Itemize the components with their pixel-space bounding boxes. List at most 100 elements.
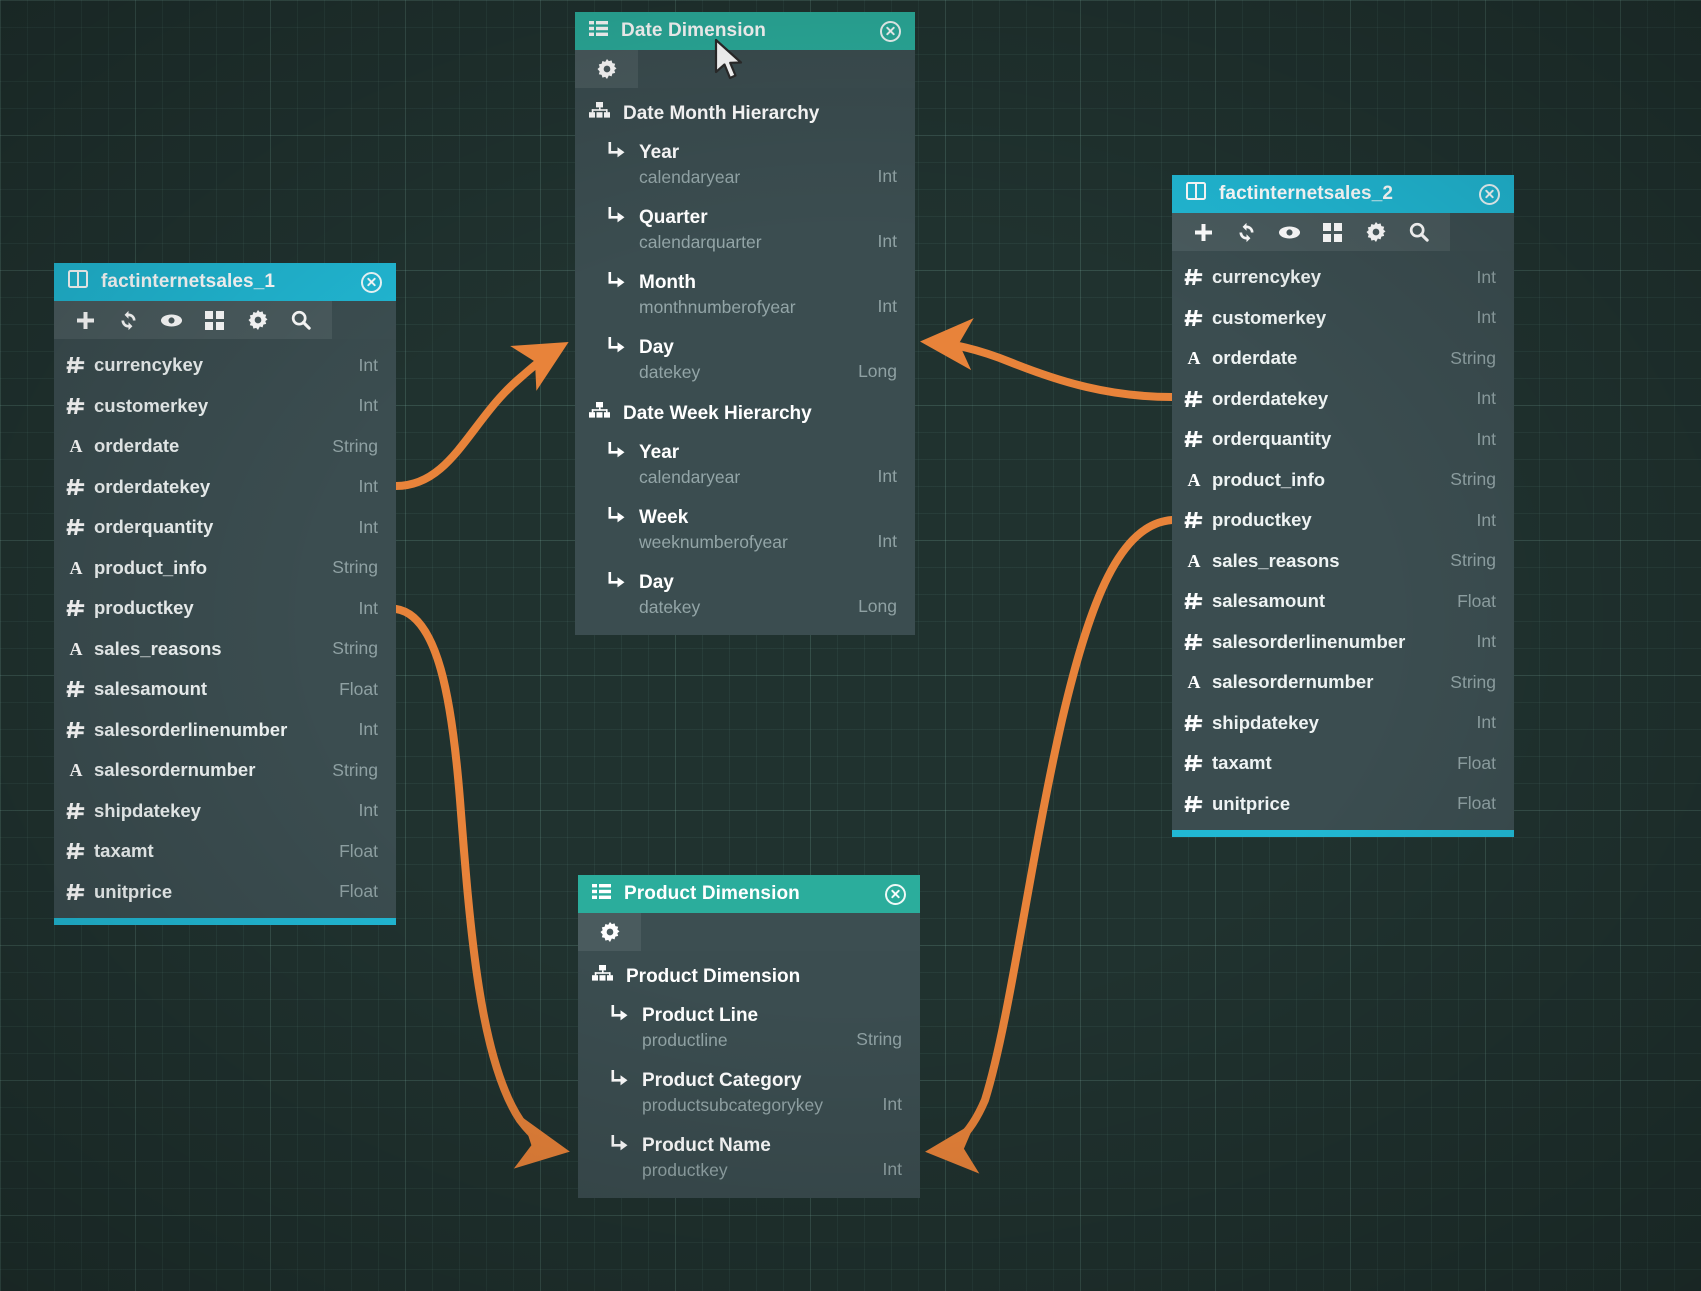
level-type: String: [856, 1029, 902, 1049]
field-type: String: [1450, 671, 1496, 692]
card-header[interactable]: factinternetsales_1: [54, 263, 396, 301]
field-name: orderquantity: [1212, 428, 1332, 450]
hierarchy-group-header[interactable]: Date Month Hierarchy: [575, 94, 915, 134]
field-row[interactable]: customerkey Int: [54, 386, 396, 427]
field-row[interactable]: productkey Int: [1172, 500, 1514, 541]
hierarchy-level[interactable]: Day datekey Long: [575, 564, 915, 629]
hash-icon: [66, 882, 94, 902]
hierarchy-level[interactable]: Year calendaryear Int: [575, 134, 915, 199]
field-type: String: [1450, 550, 1496, 571]
field-row[interactable]: Asales_reasons String: [54, 629, 396, 670]
hierarchy-level[interactable]: Day datekey Long: [575, 329, 915, 394]
field-row[interactable]: Aproduct_info String: [54, 548, 396, 589]
table-card-factinternetsales-1[interactable]: factinternetsales_1 currencykey Int custom…: [54, 263, 396, 925]
field-row[interactable]: salesorderlinenumber Int: [54, 710, 396, 751]
card-toolbar[interactable]: [1172, 213, 1514, 251]
refresh-icon[interactable]: [1225, 213, 1268, 251]
gear-icon[interactable]: [1354, 213, 1397, 251]
hierarchy-level[interactable]: Product Name productkey Int: [578, 1127, 920, 1192]
hierarchy-level[interactable]: Product Line productline String: [578, 997, 920, 1062]
search-icon[interactable]: [279, 301, 322, 339]
level-label: Product Name: [642, 1135, 771, 1156]
field-type: String: [1450, 469, 1496, 490]
table-card-factinternetsales-2[interactable]: factinternetsales_2 currencykey Int custom…: [1172, 175, 1514, 837]
field-row[interactable]: orderquantity Int: [54, 507, 396, 548]
hierarchy-name: Date Week Hierarchy: [623, 403, 812, 424]
field-name: salesorderlinenumber: [94, 718, 288, 740]
hash-icon: [1184, 794, 1212, 814]
level-label: Month: [639, 272, 696, 293]
close-icon[interactable]: [1479, 183, 1500, 205]
hierarchy-level[interactable]: Product Category productsubcategorykey Int: [578, 1062, 920, 1127]
svg-text:A: A: [1188, 470, 1201, 490]
plus-icon[interactable]: [1182, 213, 1225, 251]
hierarchy-level[interactable]: Week weeknumberofyear Int: [575, 499, 915, 564]
field-row[interactable]: salesamount Float: [54, 669, 396, 710]
field-row[interactable]: Aorderdate String: [1172, 338, 1514, 379]
hash-icon: [1184, 753, 1212, 773]
gear-icon[interactable]: [585, 50, 628, 88]
search-icon[interactable]: [1397, 213, 1440, 251]
field-row[interactable]: productkey Int: [54, 588, 396, 629]
card-toolbar[interactable]: [54, 301, 396, 339]
level-source-field: calendarquarter: [639, 232, 762, 252]
field-row[interactable]: salesorderlinenumber Int: [1172, 622, 1514, 663]
close-icon[interactable]: [361, 271, 382, 293]
gear-icon[interactable]: [236, 301, 279, 339]
close-icon[interactable]: [880, 20, 901, 42]
hierarchy-level[interactable]: Month monthnumberofyear Int: [575, 264, 915, 329]
svg-text:A: A: [1188, 672, 1201, 692]
eye-icon[interactable]: [1268, 213, 1311, 251]
field-type: Int: [358, 476, 378, 497]
close-icon[interactable]: [885, 883, 906, 905]
hierarchy-name: Date Month Hierarchy: [623, 103, 820, 124]
card-header[interactable]: factinternetsales_2: [1172, 175, 1514, 213]
field-row[interactable]: customerkey Int: [1172, 298, 1514, 339]
level-arrow-icon: [607, 440, 639, 465]
dimension-card-product-dimension[interactable]: Product Dimension Product Dimension Produ…: [578, 875, 920, 1198]
hash-icon: [66, 598, 94, 618]
field-row[interactable]: currencykey Int: [1172, 257, 1514, 298]
hierarchy-level[interactable]: Year calendaryear Int: [575, 434, 915, 499]
level-text: Product Name productkey: [642, 1133, 883, 1182]
level-type: Int: [877, 166, 897, 186]
eye-icon[interactable]: [150, 301, 193, 339]
hierarchy-group-header[interactable]: Product Dimension: [578, 957, 920, 997]
dimension-card-date-dimension[interactable]: Date Dimension Date Month Hierarchy Year c…: [575, 12, 915, 635]
svg-text:A: A: [70, 760, 83, 780]
field-row[interactable]: orderdatekey Int: [54, 467, 396, 508]
field-row[interactable]: orderdatekey Int: [1172, 379, 1514, 420]
field-row[interactable]: Asalesordernumber String: [1172, 662, 1514, 703]
field-row[interactable]: Aorderdate String: [54, 426, 396, 467]
field-row[interactable]: unitprice Float: [54, 872, 396, 913]
field-row[interactable]: unitprice Float: [1172, 784, 1514, 825]
grid-icon[interactable]: [193, 301, 236, 339]
field-name: salesamount: [1212, 590, 1326, 612]
plus-icon[interactable]: [64, 301, 107, 339]
svg-text:A: A: [1188, 551, 1201, 571]
hierarchy-level[interactable]: Quarter calendarquarter Int: [575, 199, 915, 264]
field-row[interactable]: Asalesordernumber String: [54, 750, 396, 791]
field-row[interactable]: Aproduct_info String: [1172, 460, 1514, 501]
level-arrow-icon: [607, 505, 639, 530]
level-text: Product Category productsubcategorykey: [642, 1068, 883, 1117]
field-row[interactable]: taxamt Float: [1172, 743, 1514, 784]
hierarchy-group-header[interactable]: Date Week Hierarchy: [575, 394, 915, 434]
card-header[interactable]: Product Dimension: [578, 875, 920, 913]
refresh-icon[interactable]: [107, 301, 150, 339]
card-toolbar[interactable]: [578, 913, 920, 951]
field-row[interactable]: salesamount Float: [1172, 581, 1514, 622]
field-row[interactable]: currencykey Int: [54, 345, 396, 386]
field-row[interactable]: orderquantity Int: [1172, 419, 1514, 460]
gear-icon[interactable]: [588, 913, 631, 951]
field-row[interactable]: shipdatekey Int: [1172, 703, 1514, 744]
field-type: Int: [1476, 388, 1496, 409]
grid-icon[interactable]: [1311, 213, 1354, 251]
svg-text:A: A: [70, 639, 83, 659]
field-row[interactable]: taxamt Float: [54, 831, 396, 872]
field-list: currencykey Int customerkey Int Aorderdate St…: [1172, 251, 1514, 830]
hash-icon: [1184, 429, 1212, 449]
list-icon: [589, 20, 608, 43]
field-row[interactable]: shipdatekey Int: [54, 791, 396, 832]
field-row[interactable]: Asales_reasons String: [1172, 541, 1514, 582]
